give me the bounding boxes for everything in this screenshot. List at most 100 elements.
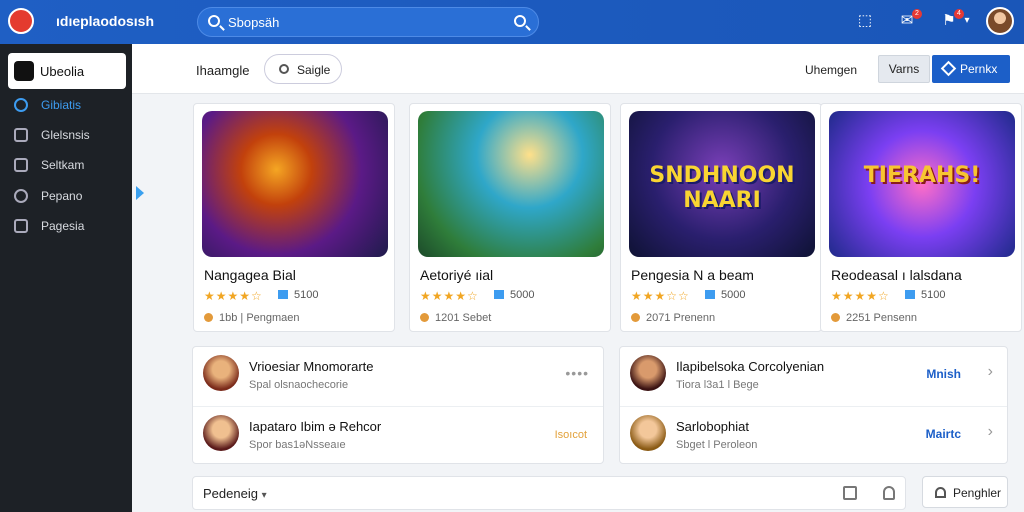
dropdown-select[interactable]: Pedeneig ▾ — [203, 486, 267, 501]
location-icon[interactable] — [883, 486, 895, 500]
list-item-title: Sarlobophiat — [676, 419, 749, 434]
person-icon — [14, 128, 28, 142]
list-item[interactable]: Vrioesiar Mnomorarte Spal olsnaochecorie… — [193, 347, 603, 407]
diamond-icon — [940, 60, 957, 77]
sidebar-item-label: Glelsnsis — [41, 128, 90, 142]
game-art-logo: SNDHNOON NAARI — [649, 163, 795, 213]
sub-header: Ihaamgle Saigle Uhemgen Varns Pernkx — [132, 44, 1024, 94]
sidebar-item-2[interactable]: Glelsnsis — [0, 124, 132, 148]
rating-stars: ★★★★☆ — [204, 289, 263, 303]
package-icon[interactable]: ⬚ — [856, 12, 874, 30]
download-count: 5000 — [494, 289, 534, 301]
avatar — [203, 415, 239, 451]
download-count: 5000 — [705, 289, 745, 301]
sidebar-item-label: Pagesia — [41, 219, 85, 233]
clock-icon — [14, 189, 28, 203]
list-item[interactable]: Ilapibelsoka Corcolyenian Tiora l3a1 l B… — [620, 347, 1007, 407]
game-meta: 1bb | Pengmaen — [204, 312, 300, 324]
avatar — [630, 415, 666, 451]
search-placeholder: Sbopsäh — [228, 15, 280, 30]
list-item[interactable]: Sarlobophiat Sbget l Peroleon Mairtc › — [620, 407, 1007, 467]
download-count: 5100 — [905, 289, 945, 301]
game-art-image: TIERAHS! — [829, 111, 1015, 257]
page-title: Ihaamgle — [196, 63, 250, 78]
dropdown-label: Pedeneig — [203, 486, 258, 501]
list-item[interactable]: Iapataro Ibim ǝ Rehcor Spor bas1ǝNsseaıe… — [193, 407, 603, 467]
search-submit-icon[interactable] — [514, 15, 526, 27]
game-art-image — [418, 111, 604, 257]
sidebar-item-label: Gibiatis — [41, 98, 82, 112]
game-art-image: SNDHNOON NAARI — [629, 111, 815, 257]
chevron-right-icon[interactable]: › — [988, 423, 993, 441]
sidebar-item-1[interactable]: Gibiatis — [0, 94, 132, 118]
notification-badge: 2 — [912, 9, 922, 19]
sidebar-item-5[interactable]: Pagesia — [0, 215, 132, 239]
app-logo-icon[interactable] — [8, 8, 34, 34]
bookmark-icon[interactable] — [843, 486, 857, 500]
bottom-bar: Pedeneig ▾ — [192, 476, 906, 510]
game-art-image — [202, 111, 388, 257]
chevron-down-icon[interactable]: ▾ — [958, 12, 976, 30]
sidebar-item-label: Pepano — [41, 189, 83, 203]
primary-button[interactable]: Pernkx — [932, 55, 1010, 83]
list-item-subtitle: Spal olsnaochecorie — [249, 379, 349, 391]
sidebar: Ubeolia Gibiatis Glelsnsis Seltkam Pepan… — [0, 44, 132, 512]
chevron-down-icon: ▾ — [261, 490, 267, 501]
sidebar-header[interactable]: Ubeolia — [8, 53, 126, 89]
rating-stars: ★★★★☆ — [831, 289, 890, 303]
rating-stars: ★★★★☆ — [420, 289, 479, 303]
friends-panel: Ilapibelsoka Corcolyenian Tiora l3a1 l B… — [619, 346, 1008, 464]
list-item-title: Vrioesiar Mnomorarte — [249, 359, 374, 374]
list-item-title: Iapataro Ibim ǝ Rehcor — [249, 419, 382, 434]
game-card[interactable]: SNDHNOON NAARI Pengesia N a beam ★★★☆☆ 5… — [620, 103, 822, 332]
home-button[interactable]: Penghler — [922, 476, 1008, 508]
more-icon[interactable]: •••• — [565, 365, 589, 381]
sidebar-item-4[interactable]: Pepano — [0, 185, 132, 209]
app-icon — [14, 61, 34, 81]
primary-button-label: Pernkx — [960, 62, 998, 76]
game-title: Reodeasal ı lalsdana — [831, 267, 962, 283]
list-item-subtitle: Sbget l Peroleon — [676, 439, 758, 451]
sidebar-item-label: Seltkam — [41, 158, 85, 172]
avatar — [203, 355, 239, 391]
image-icon — [14, 158, 28, 172]
game-title: Aetoriyé ıial — [420, 267, 494, 283]
top-bar: ıdıeplaodosısh Sbopsäh ⬚ ✉ 2 ⚑ 4 ▾ — [0, 0, 1024, 44]
rating-stars: ★★★☆☆ — [631, 289, 690, 303]
notification-icon[interactable]: ✉ 2 — [898, 9, 922, 30]
game-title: Pengesia N a beam — [631, 267, 754, 283]
sort-label[interactable]: Uhemgen — [805, 63, 857, 77]
sidebar-item-3[interactable]: Seltkam — [0, 154, 132, 178]
game-card[interactable]: Aetoriyé ıial ★★★★☆ 5000 1201 Sebet — [409, 103, 611, 332]
activity-panel: Vrioesiar Mnomorarte Spal olsnaochecorie… — [192, 346, 604, 464]
secondary-button[interactable]: Varns — [878, 55, 930, 83]
game-meta: 2251 Pensenn — [831, 312, 917, 324]
calendar-icon — [14, 219, 28, 233]
list-item-title: Ilapibelsoka Corcolyenian — [676, 359, 825, 374]
home-button-label: Penghler — [953, 486, 1002, 500]
list-item-link[interactable]: Mnish — [926, 367, 961, 381]
download-count: 5100 — [278, 289, 318, 301]
filter-pill-label: Saigle — [297, 63, 331, 77]
list-item-link[interactable]: Mairtc — [926, 427, 961, 441]
search-icon — [14, 98, 28, 112]
search-icon — [279, 64, 289, 74]
game-card[interactable]: Nangagea Bial ★★★★☆ 5100 1bb | Pengmaen — [193, 103, 395, 332]
alerts-icon[interactable]: ⚑ 4 — [940, 9, 964, 30]
app-name: ıdıeplaodosısh — [56, 13, 155, 29]
avatar[interactable] — [986, 7, 1014, 35]
game-art-logo: TIERAHS! — [863, 163, 981, 188]
game-meta: 2071 Prenenn — [631, 312, 715, 324]
list-item-subtitle: Spor bas1ǝNsseaıe — [249, 439, 346, 451]
list-item-subtitle: Tiora l3a1 l Bege — [676, 379, 759, 391]
collapse-arrow-icon[interactable] — [136, 186, 144, 200]
game-card[interactable]: TIERAHS! Reodeasal ı lalsdana ★★★★☆ 5100… — [820, 103, 1022, 332]
search-icon — [208, 15, 220, 27]
game-meta: 1201 Sebet — [420, 312, 491, 324]
search-input[interactable]: Sbopsäh — [197, 7, 539, 37]
coin-badge: Isoıcot — [554, 429, 587, 441]
filter-pill[interactable]: Saigle — [264, 54, 342, 84]
game-title: Nangagea Bial — [204, 267, 296, 283]
chevron-right-icon[interactable]: › — [988, 363, 993, 381]
home-icon — [935, 487, 946, 498]
